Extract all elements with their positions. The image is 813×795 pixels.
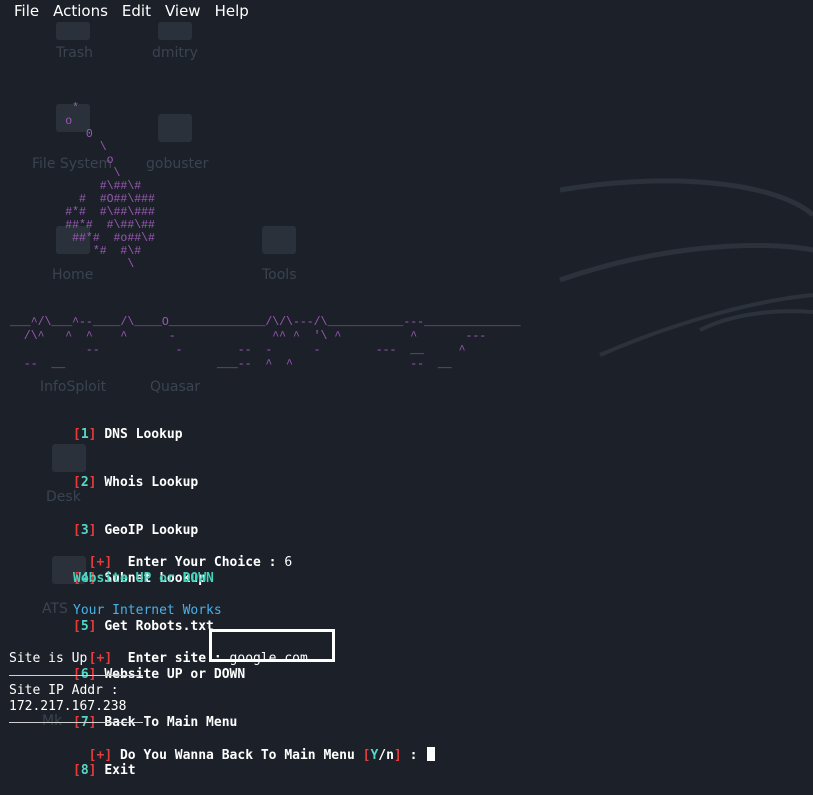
choice-prompt: [+] Enter Your Choice : 6 — [88, 555, 293, 570]
terminal-cursor — [427, 747, 436, 761]
trash-desktop-label: Trash — [56, 45, 93, 61]
infosploit-desktop-label: InfoSploit — [40, 379, 107, 395]
back-prompt[interactable]: [+] Do You Wanna Back To Main Menu [Y/n]… — [73, 731, 436, 764]
menu-option: [1] DNS Lookup — [73, 427, 183, 442]
gobuster-desktop-icon[interactable] — [158, 114, 192, 142]
dmitry-desktop-label: dmitry — [152, 45, 198, 61]
menu-option: [2] Whois Lookup — [73, 475, 199, 490]
menu-view[interactable]: View — [158, 2, 208, 20]
divider — [9, 722, 143, 723]
gobuster-desktop-label: gobuster — [146, 156, 209, 172]
menu-bar: File Actions Edit View Help — [0, 0, 813, 22]
menu-option: [3] GeoIP Lookup — [73, 523, 199, 538]
tools-desktop-icon[interactable] — [262, 226, 296, 254]
site-status: Site is Up — [9, 651, 88, 666]
choice-value: 6 — [284, 555, 293, 570]
menu-option: [7] Back To Main Menu — [73, 715, 238, 730]
ascii-banner: ___^/\___^--____/\____O______________/\/… — [10, 316, 521, 371]
menu-help[interactable]: Help — [208, 2, 256, 20]
quasar-desktop-label: Quasar — [150, 379, 201, 395]
highlight-box — [209, 629, 335, 662]
ip-value: 172.217.167.238 — [9, 699, 127, 714]
section-title: Website UP or DOWN — [73, 571, 214, 586]
mk-desktop-label: Mk — [42, 713, 63, 729]
internet-status: Your Internet Works — [73, 603, 222, 618]
ip-label: Site IP Addr : — [9, 683, 119, 698]
ats-desktop-label: ATS — [42, 601, 68, 617]
menu-edit[interactable]: Edit — [115, 2, 158, 20]
menu-file[interactable]: File — [0, 2, 46, 20]
tools-desktop-label: Tools — [262, 267, 297, 283]
menu-actions[interactable]: Actions — [46, 2, 115, 20]
dmitry-desktop-icon[interactable] — [158, 22, 192, 40]
divider — [9, 675, 143, 676]
trash-desktop-icon[interactable] — [56, 22, 90, 40]
ascii-art: * o 0 \ o \ #\##\# # #O##\### #*# #\##\#… — [65, 102, 155, 271]
menu-option: [8] Exit — [73, 763, 136, 778]
